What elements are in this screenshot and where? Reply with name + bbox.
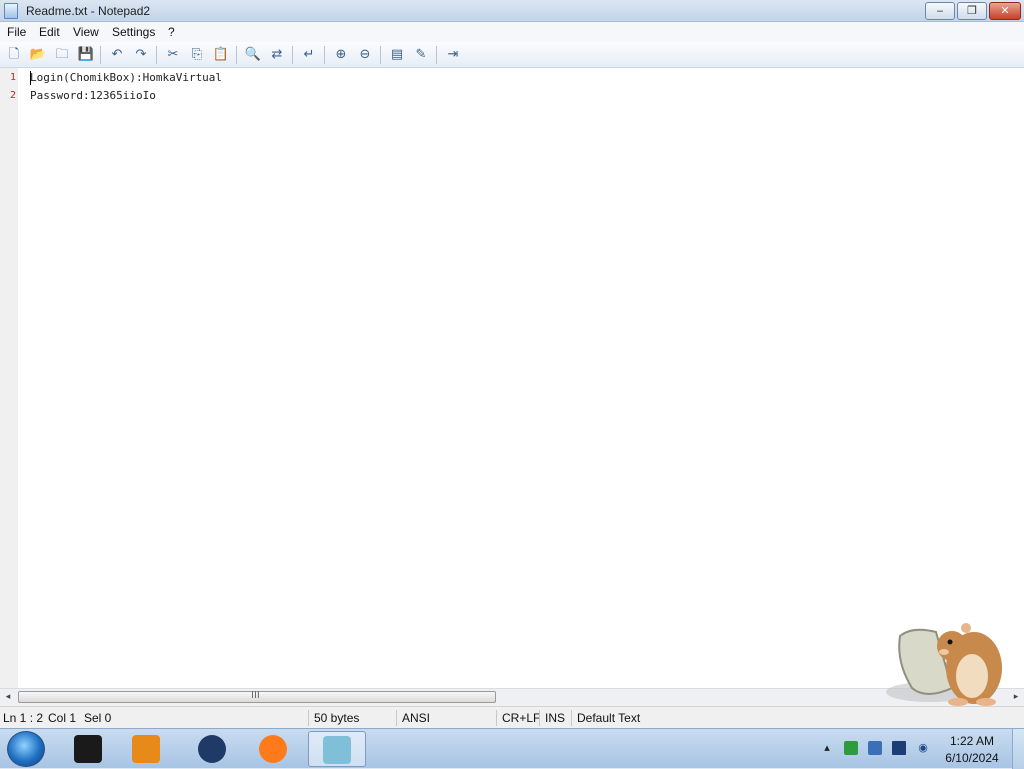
notepad2-app-icon[interactable]: [4, 3, 18, 19]
toolbar-separator: [100, 46, 101, 64]
status-divider: [496, 710, 497, 726]
line-number: 1: [9, 72, 16, 83]
editor-line[interactable]: Login(ChomikBox):HomkaVirtual: [30, 71, 222, 84]
scheme-config-icon[interactable]: ✎: [412, 46, 430, 64]
media-player-app-icon: [132, 735, 160, 763]
exit-icon[interactable]: ⇥: [444, 46, 462, 64]
toolbar: 🗋 📂 🗀 💾 ↶ ↷ ✂ ⎘ 📋 🔍 ⇄ ↵ ⊕ ⊖ ▤ ✎ ⇥: [0, 42, 1024, 68]
menu-edit[interactable]: Edit: [39, 25, 60, 39]
editor-line[interactable]: Password:12365iioIo: [30, 89, 156, 102]
redo-icon[interactable]: ↷: [132, 46, 150, 64]
toolbar-separator: [292, 46, 293, 64]
text-caret: [30, 71, 31, 85]
menu-view[interactable]: View: [73, 25, 99, 39]
window-title: Readme.txt - Notepad2: [26, 4, 151, 18]
status-encoding[interactable]: ANSI: [402, 711, 430, 725]
undo-icon[interactable]: ↶: [108, 46, 126, 64]
line-number: 2: [9, 90, 16, 101]
menu-settings[interactable]: Settings: [112, 25, 155, 39]
toolbar-separator: [236, 46, 237, 64]
menu-bar: File Edit View Settings ?: [0, 22, 1024, 42]
menu-help[interactable]: ?: [168, 25, 175, 39]
taskbar-button[interactable]: [184, 731, 242, 767]
paste-icon[interactable]: 📋: [212, 46, 230, 64]
toolbar-separator: [436, 46, 437, 64]
title-bar[interactable]: Readme.txt - Notepad2 ‒ ❐ ✕: [0, 0, 1024, 22]
show-desktop-button[interactable]: [1012, 729, 1024, 769]
clock-time[interactable]: 1:22 AM: [940, 734, 1004, 748]
zoom-in-icon[interactable]: ⊕: [332, 46, 350, 64]
zoom-out-icon[interactable]: ⊖: [356, 46, 374, 64]
replace-icon[interactable]: ⇄: [268, 46, 286, 64]
terminal-app-icon: [74, 735, 102, 763]
word-wrap-icon[interactable]: ↵: [300, 46, 318, 64]
notepad2-window: Readme.txt - Notepad2 ‒ ❐ ✕ File Edit Vi…: [0, 0, 1024, 728]
show-hidden-icons-icon[interactable]: ▴: [820, 741, 834, 755]
status-selection: Sel 0: [84, 711, 112, 725]
globe-app-icon: [198, 735, 226, 763]
status-divider: [396, 710, 397, 726]
clock-date[interactable]: 6/10/2024: [940, 751, 1004, 765]
copy-icon[interactable]: ⎘: [188, 46, 206, 64]
status-divider: [308, 710, 309, 726]
scrollbar-grip-icon: III: [251, 690, 260, 701]
status-file-size: 50 bytes: [314, 711, 360, 725]
menu-file[interactable]: File: [7, 25, 26, 39]
toolbar-separator: [156, 46, 157, 64]
taskbar-button[interactable]: [60, 731, 118, 767]
taskbar-button[interactable]: [118, 731, 176, 767]
start-button[interactable]: [7, 731, 45, 767]
toolbar-separator: [324, 46, 325, 64]
status-column: Col 1: [48, 711, 77, 725]
minimize-button[interactable]: ‒: [925, 2, 955, 20]
save-icon[interactable]: 💾: [77, 46, 95, 64]
status-divider: [539, 710, 540, 726]
hamster-desktop-pet[interactable]: [882, 618, 1012, 710]
horizontal-scrollbar[interactable]: ◂ III ▸: [0, 688, 1024, 705]
find-icon[interactable]: 🔍: [244, 46, 262, 64]
notepad2-app-icon: [323, 736, 351, 764]
scheme-icon[interactable]: ▤: [388, 46, 406, 64]
toolbar-separator: [380, 46, 381, 64]
scrollbar-thumb[interactable]: III: [18, 690, 496, 703]
status-line: Ln 1 : 2: [3, 711, 44, 725]
browse-icon[interactable]: 🗀: [53, 46, 71, 64]
text-editor[interactable]: 1 2 Login(ChomikBox):HomkaVirtual Passwo…: [0, 68, 1024, 688]
taskbar-button[interactable]: [308, 731, 366, 767]
status-line-ending[interactable]: CR+LF: [502, 711, 540, 725]
security-shield-icon[interactable]: [868, 741, 882, 755]
status-bar: Ln 1 : 2 Col 1 Sel 0 50 bytes ANSI CR+LF…: [0, 706, 1024, 728]
status-divider: [571, 710, 572, 726]
new-file-icon[interactable]: 🗋: [5, 46, 23, 64]
restore-button[interactable]: ❐: [957, 2, 987, 20]
cut-icon[interactable]: ✂: [164, 46, 182, 64]
open-folder-icon[interactable]: 📂: [29, 46, 47, 64]
scroll-left-arrow-icon[interactable]: ◂: [0, 690, 16, 705]
taskbar: ▴ ◉ 1:22 AM 6/10/2024: [0, 728, 1024, 769]
taskbar-button[interactable]: [245, 731, 303, 767]
close-button[interactable]: ✕: [989, 2, 1021, 20]
line-number-gutter: 1 2: [0, 68, 18, 688]
volume-icon[interactable]: ◉: [916, 741, 930, 755]
network-monitor-icon[interactable]: [892, 741, 906, 755]
sync-status-icon[interactable]: [844, 741, 858, 755]
firefox-app-icon: [259, 735, 287, 763]
status-scheme[interactable]: Default Text: [577, 711, 640, 725]
status-insert-mode[interactable]: INS: [545, 711, 565, 725]
